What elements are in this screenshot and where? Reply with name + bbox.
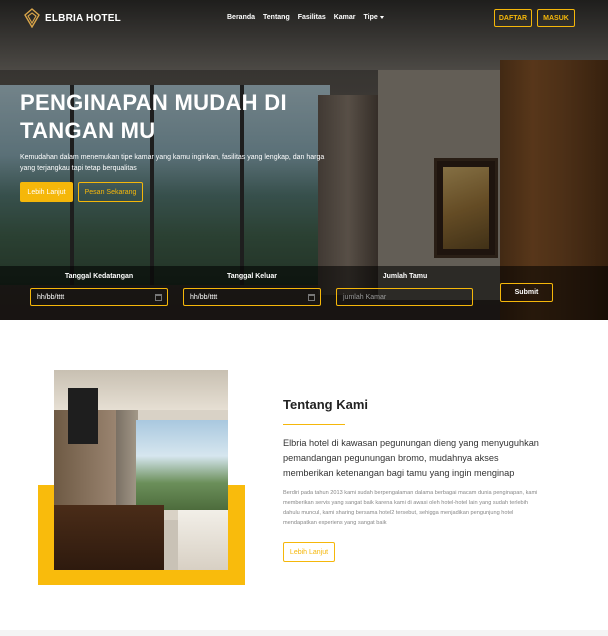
nav-item-tipe-dropdown[interactable]: Tipe [364,14,384,21]
about-lebih-lanjut-button[interactable]: Lebih Lanjut [283,542,335,562]
masuk-button[interactable]: MASUK [537,9,575,27]
booking-bar: Tanggal Kedatangan hh/bb/tttt Tanggal Ke… [0,266,608,320]
checkin-date-value: hh/bb/tttt [37,293,65,301]
checkout-date-value: hh/bb/tttt [190,293,218,301]
checkout-date-input[interactable]: hh/bb/tttt [183,288,321,306]
nav-item-beranda[interactable]: Beranda [227,14,255,21]
checkin-date-input[interactable]: hh/bb/tttt [30,288,168,306]
room-bed [178,510,228,570]
pesan-sekarang-button[interactable]: Pesan Sekarang [78,182,143,202]
submit-button[interactable]: Submit [500,283,553,302]
nav-item-tipe-label: Tipe [363,14,378,21]
room-tv [68,388,98,444]
guests-placeholder: jumlah Kamar [343,293,387,301]
about-title: Tentang Kami [283,397,368,412]
room-window [136,420,228,510]
nav-item-kamar[interactable]: Kamar [334,14,356,21]
about-lead-text: Elbria hotel di kawasan pegunungan dieng… [283,438,539,478]
brand[interactable]: ELBRIA HOTEL [24,8,121,28]
nav-item-fasilitas[interactable]: Fasilitas [298,14,326,21]
about-room-image [54,370,228,570]
guests-label: Jumlah Tamu [382,273,428,280]
about-divider [283,424,345,425]
top-navbar: ELBRIA HOTEL Beranda Tentang Fasilitas K… [0,0,608,36]
next-section-edge [0,630,608,636]
chevron-down-icon [379,15,384,19]
about-body-text: Berdiri pada tahun 2013 kami sudah berpe… [283,490,538,526]
daftar-button[interactable]: DAFTAR [494,9,532,27]
nav-menu: Beranda Tentang Fasilitas Kamar Tipe [227,14,384,21]
calendar-icon[interactable] [155,294,162,301]
guests-input[interactable]: jumlah Kamar [336,288,473,306]
room-desk [54,505,164,570]
elbria-logo-icon [24,8,40,28]
calendar-icon[interactable] [308,294,315,301]
lebih-lanjut-button[interactable]: Lebih Lanjut [20,182,73,202]
brand-name: ELBRIA HOTEL [45,12,121,24]
checkin-label: Tanggal Kedatangan [64,273,134,280]
nav-item-tentang[interactable]: Tentang [263,14,290,21]
checkout-label: Tanggal Keluar [226,273,278,280]
hero-title: PENGINAPAN MUDAH DI TANGAN MU [20,90,287,143]
hero-description: Kemudahan dalam menemukan tipe kamar yan… [20,154,325,172]
